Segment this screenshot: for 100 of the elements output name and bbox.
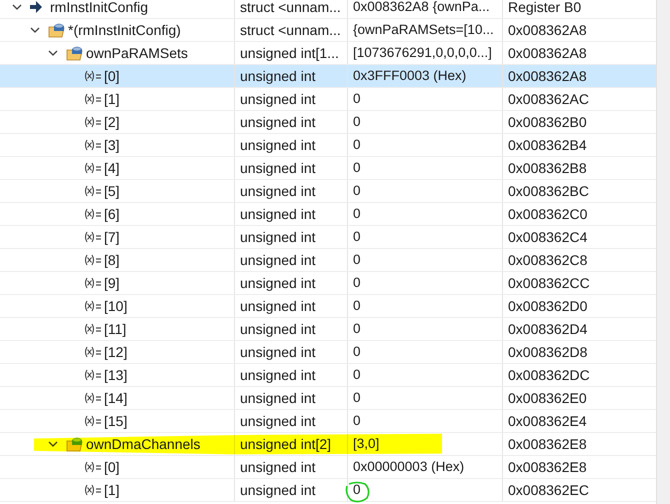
- value-text: 0: [353, 320, 361, 338]
- variable-name: [12]: [104, 342, 128, 362]
- value-text: 0: [353, 342, 361, 361]
- value-text: 0: [353, 296, 361, 315]
- tree-row[interactable]: [14] unsigned int 0 0x008362E0: [0, 387, 656, 410]
- variable-icon: [84, 369, 102, 381]
- tree-row[interactable]: [12] unsigned int 0 0x008362D8: [0, 341, 656, 364]
- variable-name: [2]: [104, 112, 120, 132]
- tree-row[interactable]: [9] unsigned int 0 0x008362CC: [0, 272, 656, 295]
- tree-row[interactable]: [15] unsigned int 0 0x008362E4: [0, 410, 656, 433]
- value-text: 0: [353, 204, 361, 223]
- variable-icon: [84, 484, 102, 496]
- scrollbar-track[interactable]: [656, 0, 670, 504]
- variable-icon: [84, 415, 102, 427]
- variable-name: [9]: [104, 274, 120, 293]
- variable-icon: [84, 139, 102, 151]
- variable-name: [6]: [104, 204, 120, 224]
- variable-name: [7]: [104, 228, 120, 247]
- tree-row[interactable]: [0] unsigned int 0x3FFF0003 (Hex) 0x008362A8: [0, 65, 656, 88]
- variable-icon: [84, 461, 102, 473]
- variable-name: ownPaRAMSets: [86, 44, 188, 62]
- tree-row[interactable]: *(rmInstInitConfig) struct <unnam... {ownPaRAMSets=[10... 0x008362A8: [0, 19, 656, 42]
- value-text: 0: [353, 388, 361, 407]
- type-text: unsigned int: [240, 228, 316, 247]
- location-text: 0x008362A8: [508, 66, 587, 86]
- location-text: 0x008362CC: [508, 274, 590, 292]
- tree-row[interactable]: [11] unsigned int 0 0x008362D4: [0, 318, 656, 341]
- type-text: unsigned int: [240, 112, 316, 132]
- variable-name: *(rmInstInitConfig): [68, 20, 181, 40]
- tree-row[interactable]: [1] unsigned int 0 0x008362EC: [0, 479, 656, 502]
- value-text: 0x3FFF0003 (Hex): [353, 66, 466, 85]
- type-text: unsigned int[1...: [240, 44, 339, 63]
- variable-icon: [84, 254, 102, 266]
- tree-row[interactable]: [4] unsigned int 0 0x008362B8: [0, 157, 656, 180]
- tree-row[interactable]: [1] unsigned int 0 0x008362AC: [0, 88, 656, 111]
- variable-name: [3]: [104, 136, 120, 155]
- variable-icon: [84, 93, 102, 105]
- variable-name: [5]: [104, 182, 120, 201]
- tree-row[interactable]: [10] unsigned int 0 0x008362D0: [0, 295, 656, 318]
- value-text: 0: [353, 274, 361, 292]
- folder-disk-icon: [48, 22, 66, 38]
- location-text: 0x008362E8: [508, 434, 587, 454]
- value-text: 0x00000003 (Hex): [353, 458, 464, 476]
- variable-icon: [84, 208, 102, 220]
- location-text: 0x008362DC: [508, 366, 590, 384]
- location-text: 0x008362AC: [508, 90, 589, 108]
- type-text: unsigned int: [240, 366, 316, 385]
- location-text: 0x008362E0: [508, 388, 587, 408]
- value-text: 0: [353, 480, 361, 499]
- tree-row[interactable]: [13] unsigned int 0 0x008362DC: [0, 364, 656, 387]
- location-text: 0x008362B8: [508, 158, 587, 178]
- value-text: [1073676291,0,0,0,0...]: [353, 44, 492, 62]
- tree-row[interactable]: [6] unsigned int 0 0x008362C0: [0, 203, 656, 226]
- location-text: 0x008362C0: [508, 204, 588, 224]
- value-text: 0: [353, 366, 361, 384]
- location-text: Register B0: [508, 0, 582, 17]
- location-text: 0x008362BC: [508, 182, 589, 200]
- tree-row[interactable]: ownDmaChannels unsigned int[2] [3,0] 0x008362E8: [0, 433, 656, 456]
- tree-row[interactable]: rmInstInitConfig struct <unnam... 0x008362A8 {ownPa... Register B0: [0, 0, 656, 19]
- type-text: unsigned int: [240, 296, 316, 316]
- tree-row[interactable]: [0] unsigned int 0x00000003 (Hex) 0x008362E8: [0, 456, 656, 479]
- variable-icon: [84, 116, 102, 128]
- value-text: 0: [353, 90, 361, 108]
- type-text: unsigned int: [240, 480, 316, 500]
- type-text: struct <unnam...: [240, 0, 341, 16]
- type-text: unsigned int: [240, 342, 316, 362]
- type-text: unsigned int: [240, 320, 316, 339]
- value-text: 0x008362A8 {ownPa...: [353, 0, 490, 16]
- type-text: unsigned int: [240, 182, 316, 201]
- chevron-icon[interactable]: [48, 48, 58, 58]
- variable-name: [1]: [104, 480, 120, 500]
- location-text: 0x008362A8: [508, 20, 587, 40]
- type-text: unsigned int: [240, 458, 316, 477]
- location-text: 0x008362D8: [508, 342, 588, 362]
- chevron-icon[interactable]: [12, 2, 22, 12]
- variable-icon: [84, 162, 102, 174]
- value-text: 0: [353, 182, 361, 200]
- chevron-icon[interactable]: [30, 25, 40, 35]
- variable-name: rmInstInitConfig: [50, 0, 148, 17]
- folder-disk-icon: [66, 45, 84, 61]
- type-text: unsigned int: [240, 274, 316, 293]
- value-text: {ownPaRAMSets=[10...: [353, 20, 494, 39]
- tree-row[interactable]: [3] unsigned int 0 0x008362B4: [0, 134, 656, 157]
- location-text: 0x008362C4: [508, 228, 588, 246]
- variable-icon: [84, 277, 102, 289]
- type-text: unsigned int[2]: [240, 434, 332, 454]
- variable-icon: [84, 300, 102, 312]
- type-text: unsigned int: [240, 90, 316, 109]
- location-text: 0x008362E8: [508, 458, 587, 476]
- variable-name: [15]: [104, 412, 128, 431]
- tree-row[interactable]: [8] unsigned int 0 0x008362C8: [0, 249, 656, 272]
- location-text: 0x008362EC: [508, 480, 589, 500]
- type-text: unsigned int: [240, 66, 316, 86]
- type-text: unsigned int: [240, 158, 316, 178]
- tree-row[interactable]: [5] unsigned int 0 0x008362BC: [0, 180, 656, 203]
- variable-name: [13]: [104, 366, 128, 385]
- tree-row[interactable]: [2] unsigned int 0 0x008362B0: [0, 111, 656, 134]
- value-text: 0: [353, 250, 361, 269]
- variable-name: [0]: [104, 66, 120, 86]
- tree-row[interactable]: [7] unsigned int 0 0x008362C4: [0, 226, 656, 249]
